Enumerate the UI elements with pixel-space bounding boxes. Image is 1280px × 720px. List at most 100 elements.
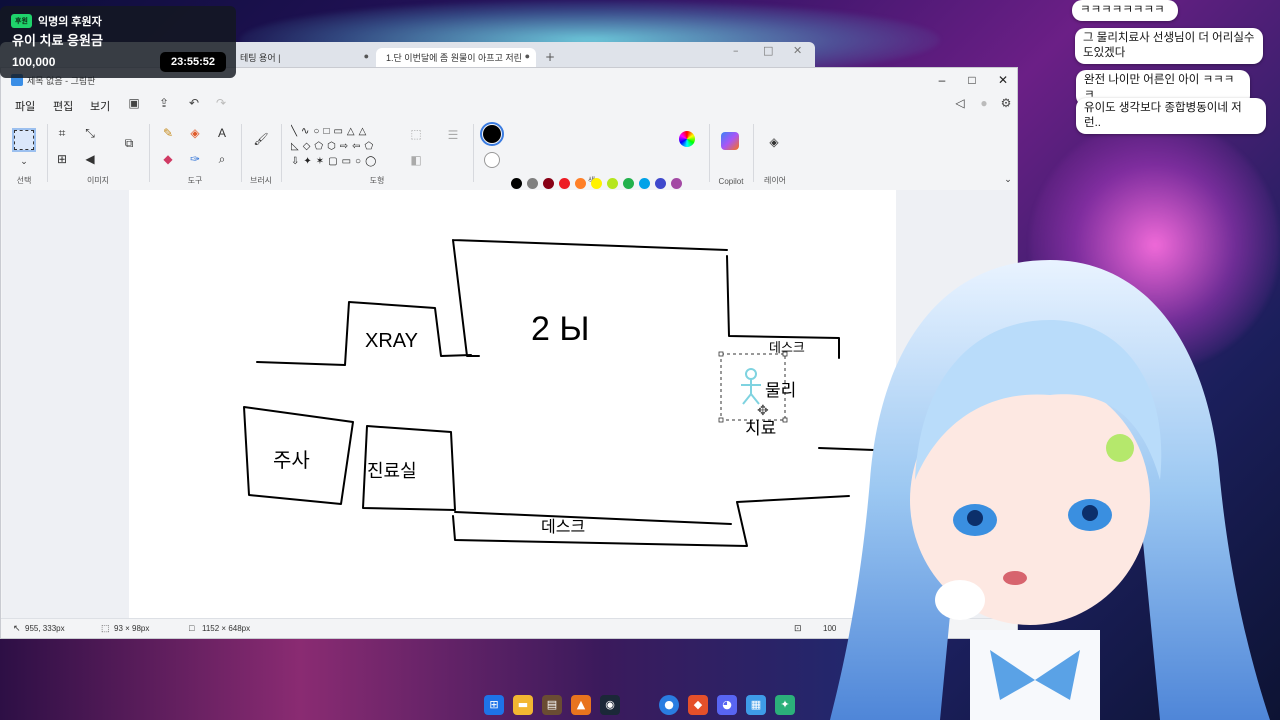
maximize-button[interactable]: □ <box>957 70 987 90</box>
canvas-size-icon: □ <box>189 623 195 633</box>
close-icon[interactable]: ● <box>525 51 530 61</box>
brave-icon[interactable]: ◆ <box>688 695 708 715</box>
feedback-icon[interactable]: ◁ <box>951 96 969 114</box>
notepad-icon[interactable]: ▦ <box>746 695 766 715</box>
game-icon[interactable]: ✦ <box>775 695 795 715</box>
edit-colors-icon[interactable] <box>679 131 695 147</box>
color-swatch[interactable] <box>639 178 650 189</box>
donation-alert: 후원 익명의 후원자 유이 치료 응원금 100,000 23:55:52 <box>0 6 236 78</box>
save-icon[interactable]: ▣ <box>125 96 143 114</box>
donation-badge: 후원 <box>11 14 32 28</box>
drawing-canvas[interactable]: XRAY 2 Ы 주사 진료실 데스크 데스크 물리 치료 ✥ <box>129 190 896 620</box>
donation-timer: 23:55:52 <box>160 52 226 72</box>
color-swatch[interactable] <box>623 178 634 189</box>
close-icon[interactable]: ● <box>364 51 369 61</box>
share-icon[interactable]: ⇪ <box>155 96 173 114</box>
shapes-gallery[interactable]: ╲∿○□▭△△ ◺◇⬠⬡⇨⇦⬠ ⇩✦✶▢▭○◯ <box>291 124 401 170</box>
close-button[interactable]: ✕ <box>988 70 1018 90</box>
chat-message: 유이도 생각보다 종합병동이네 저런.. <box>1076 98 1266 134</box>
undo-icon[interactable]: ↶ <box>185 96 203 114</box>
redo-icon[interactable]: ↷ <box>212 96 230 114</box>
rotate-icon[interactable]: ◀ <box>81 150 99 168</box>
account-icon[interactable]: ● <box>975 96 993 114</box>
select-group-label: 선택 <box>16 176 32 185</box>
magnifier-icon[interactable]: ⌕ <box>213 150 231 168</box>
select-tool-icon[interactable] <box>12 128 36 152</box>
discord-icon[interactable]: ◕ <box>717 695 737 715</box>
room-label-physio-2: 치료 <box>745 419 776 439</box>
close-icon[interactable]: ✕ <box>793 44 802 57</box>
brushes-group-label: 브러시 <box>249 176 273 185</box>
file-explorer-icon[interactable]: ▬ <box>513 695 533 715</box>
vtuber-avatar <box>830 260 1270 720</box>
room-label-xray: XRAY <box>365 330 418 352</box>
menu-edit[interactable]: 편집 <box>53 98 73 114</box>
maximize-icon[interactable]: □ <box>763 44 773 57</box>
menu-bar: 파일 편집 보기 ▣ ⇪ ↶ ↷ ◁ ● ⚙ <box>1 94 1017 116</box>
color-picker-icon[interactable]: ✑ <box>186 150 204 168</box>
brush-icon[interactable]: 🖌 <box>252 130 270 148</box>
primary-color[interactable] <box>480 122 504 146</box>
fill-bucket-icon[interactable]: ◈ <box>186 124 204 142</box>
donation-title: 유이 치료 응원금 <box>12 33 103 48</box>
room-label-clinic: 진료실 <box>367 461 417 482</box>
room-label-injection: 주사 <box>273 448 310 472</box>
chat-message: ㅋㅋㅋㅋㅋㅋㅋㅋ <box>1072 0 1178 21</box>
tools-group: ✎ ◈ A ◆ ✑ ⌕ 도구 <box>150 120 240 188</box>
menu-view[interactable]: 보기 <box>90 98 110 114</box>
eraser-icon[interactable]: ◆ <box>159 150 177 168</box>
desktop: 테팅 용어 | ● 1.단 이번달에 좀 원물이 아프고 저린 ● + – □ … <box>0 0 1280 720</box>
color-swatch[interactable] <box>559 178 570 189</box>
fit-screen-icon[interactable]: ⊡ <box>794 623 804 633</box>
color-swatch[interactable] <box>655 178 666 189</box>
floor-plan-drawing: XRAY 2 Ы 주사 진료실 데스크 데스크 물리 치료 ✥ <box>243 239 875 547</box>
room-label-main: 2 Ы <box>531 310 589 348</box>
room-label-physio: 물리 <box>765 381 796 401</box>
selection-size: 93 × 98px <box>114 624 150 633</box>
ribbon-toolbar: ⌄ 선택 ⌗ ⤡ ⧉ ⊞ ◀ 이미지 ✎ ◈ A ◆ ✑ ⌕ 도구 🖌 브러시 … <box>1 120 1017 205</box>
secondary-color[interactable] <box>484 152 500 168</box>
minimize-button[interactable]: – <box>927 70 957 90</box>
menu-file[interactable]: 파일 <box>15 98 35 114</box>
cursor-position: 955, 333px <box>25 624 65 633</box>
browser-tab-label: 테팅 용어 | <box>240 53 281 63</box>
fill-icon[interactable]: ◧ <box>407 151 425 169</box>
select-group: ⌄ 선택 <box>1 120 47 188</box>
color-swatch[interactable] <box>511 178 522 189</box>
settings-gear-icon[interactable]: ⚙ <box>997 96 1015 114</box>
color-swatch[interactable] <box>527 178 538 189</box>
selection-size-icon: ⬚ <box>101 623 110 633</box>
tools-group-label: 도구 <box>187 176 203 185</box>
color-swatch[interactable] <box>671 178 682 189</box>
desk-label-top: 데스크 <box>769 341 805 356</box>
image-background-icon[interactable]: ⧉ <box>120 134 138 152</box>
windows-start-icon[interactable]: ⊞ <box>484 695 504 715</box>
image-select-icon[interactable]: ⊞ <box>53 150 71 168</box>
crop-icon[interactable]: ⌗ <box>53 124 71 142</box>
stick-figure <box>741 368 761 405</box>
taskbar: ⊞ ▬ ▤ ▲ ◉ ● ◆ ◕ ▦ ✦ <box>0 690 1280 720</box>
outline-icon[interactable]: ⬚ <box>407 125 425 143</box>
chrome-icon[interactable]: ● <box>659 695 679 715</box>
shapes-group: ╲∿○□▭△△ ◺◇⬠⬡⇨⇦⬠ ⇩✦✶▢▭○◯ ⬚ ☰ ◧ 도형 <box>282 120 472 188</box>
color-swatch[interactable] <box>607 178 618 189</box>
color-swatch[interactable] <box>543 178 554 189</box>
color-swatch[interactable] <box>591 178 602 189</box>
canvas-size: 1152 × 648px <box>202 624 251 633</box>
minimize-icon[interactable]: – <box>733 44 739 57</box>
pencil-icon[interactable]: ✎ <box>159 124 177 142</box>
steam-icon[interactable]: ◉ <box>600 695 620 715</box>
chat-message: 그 물리치료사 선생님이 더 어리실수도있겠다 <box>1075 28 1263 64</box>
color-swatch[interactable] <box>575 178 586 189</box>
app-icon[interactable]: ▲ <box>571 695 591 715</box>
chevron-down-icon[interactable]: ⌄ <box>15 152 33 170</box>
media-icon[interactable]: ▤ <box>542 695 562 715</box>
donation-amount: 100,000 <box>12 55 56 69</box>
brushes-group: 🖌 브러시 <box>242 120 280 188</box>
text-icon[interactable]: A <box>213 124 231 142</box>
size-icon[interactable]: ☰ <box>444 126 462 144</box>
new-tab-icon[interactable]: + <box>545 50 555 64</box>
resize-icon[interactable]: ⤡ <box>81 124 99 142</box>
copilot-icon[interactable] <box>721 132 739 150</box>
layers-icon[interactable]: ◈ <box>765 133 783 151</box>
